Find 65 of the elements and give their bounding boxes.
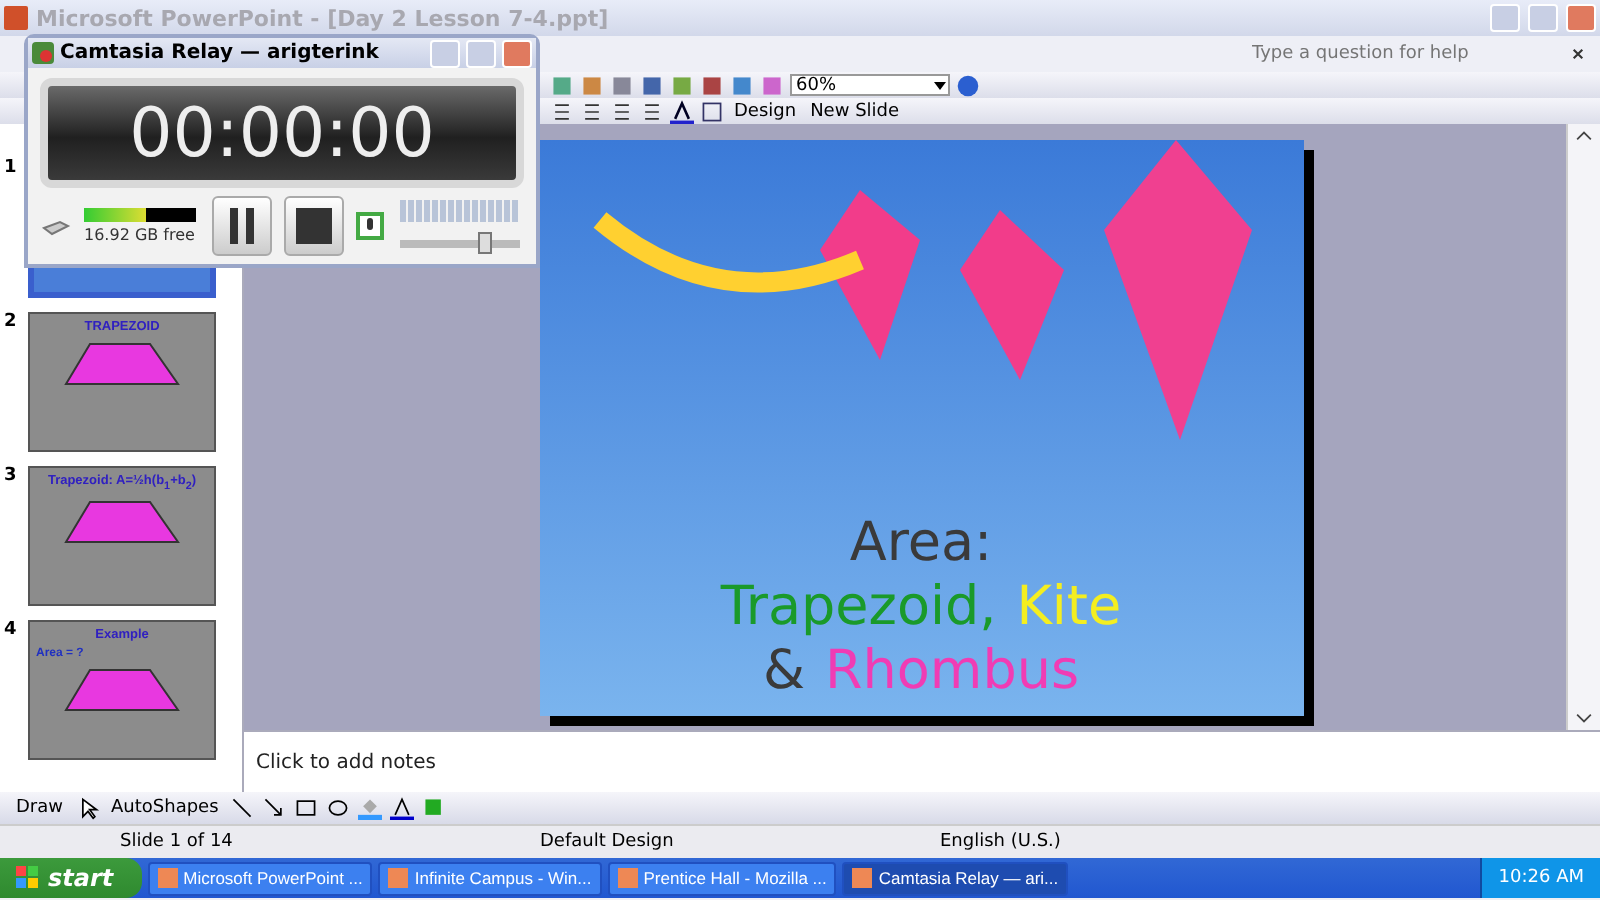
trapezoid-drawing [62,666,182,714]
help-icon[interactable] [956,73,980,97]
toolbar-icon[interactable] [640,73,664,97]
close-icon[interactable] [1568,44,1588,64]
format-icon[interactable] [580,99,604,123]
draw-menu-button[interactable]: Draw [12,798,68,818]
stop-button[interactable] [284,196,344,256]
trapezoid-drawing [62,340,182,388]
app-icon [617,868,638,888]
stop-icon [296,208,332,244]
start-button[interactable]: start [0,858,142,898]
arrow-icon[interactable] [262,796,287,820]
close-button[interactable] [1566,4,1596,32]
timer-display: 00:00:00 [40,78,524,188]
app-icon [852,868,873,888]
audio-level-meter [400,200,520,223]
autoshapes-menu-button[interactable]: AutoShapes [107,798,223,818]
format-icon[interactable] [640,99,664,123]
windows-logo-icon [16,866,40,890]
slide-text: Area: [849,512,993,576]
fill-color-icon[interactable] [358,796,383,820]
slide-number: 1 [4,158,19,182]
dropdown-arrow-icon [932,77,948,93]
close-button[interactable] [502,39,532,68]
clock: 10:26 AM [1498,868,1584,888]
status-text: English (U.S.) [940,832,1063,852]
app-icon [4,6,28,30]
slide-number: 4 [4,620,19,644]
pause-button[interactable] [212,196,272,256]
line-icon[interactable] [230,796,255,820]
taskbar-button[interactable]: Camtasia Relay — ari... [842,861,1069,895]
toolbar-button[interactable]: New Slide [806,101,904,121]
status-text: Default Design [540,832,676,852]
help-search-field[interactable]: Type a question for help [1248,42,1556,66]
slide-number: 2 [4,312,19,336]
volume-thumb[interactable] [478,232,493,255]
slide-number: 3 [4,466,19,490]
oval-icon[interactable] [326,796,351,820]
format-icon[interactable] [610,99,634,123]
taskbar-button[interactable]: Microsoft PowerPoint ... [147,861,373,895]
status-text: Slide 1 of 14 [118,832,235,852]
slide-text: Rhombus [825,640,1080,704]
font-color-icon[interactable] [670,99,694,123]
slide-text: & [762,640,806,704]
rectangle-icon[interactable] [294,796,319,820]
zoom-dropdown[interactable]: 60% [790,74,950,96]
slide-text: Trapezoid, [720,576,997,640]
window-title: Microsoft PowerPoint - [Day 2 Lesson 7-4.ppt] [36,5,611,31]
grid-icon[interactable] [700,99,724,123]
font-color-icon[interactable] [390,796,415,820]
taskbar-button[interactable]: Prentice Hall - Mozilla ... [607,861,837,895]
taskbar-button[interactable]: Infinite Campus - Win... [378,861,602,895]
app-icon [32,42,54,65]
format-icon[interactable] [550,99,574,123]
microphone-icon[interactable] [356,212,384,240]
app-icon [388,868,409,888]
window-title: Camtasia Relay — arigterink [60,42,381,65]
trapezoid-drawing [62,498,182,547]
toolbar-icon[interactable] [760,73,784,97]
toolbar-button[interactable]: Design [730,101,801,121]
slide-text: Kite [1016,576,1122,640]
pause-icon [226,208,258,244]
toolbar-icon[interactable] [700,73,724,97]
app-icon [157,868,178,888]
disk-space-reading: 16.92 GB free [84,226,197,244]
